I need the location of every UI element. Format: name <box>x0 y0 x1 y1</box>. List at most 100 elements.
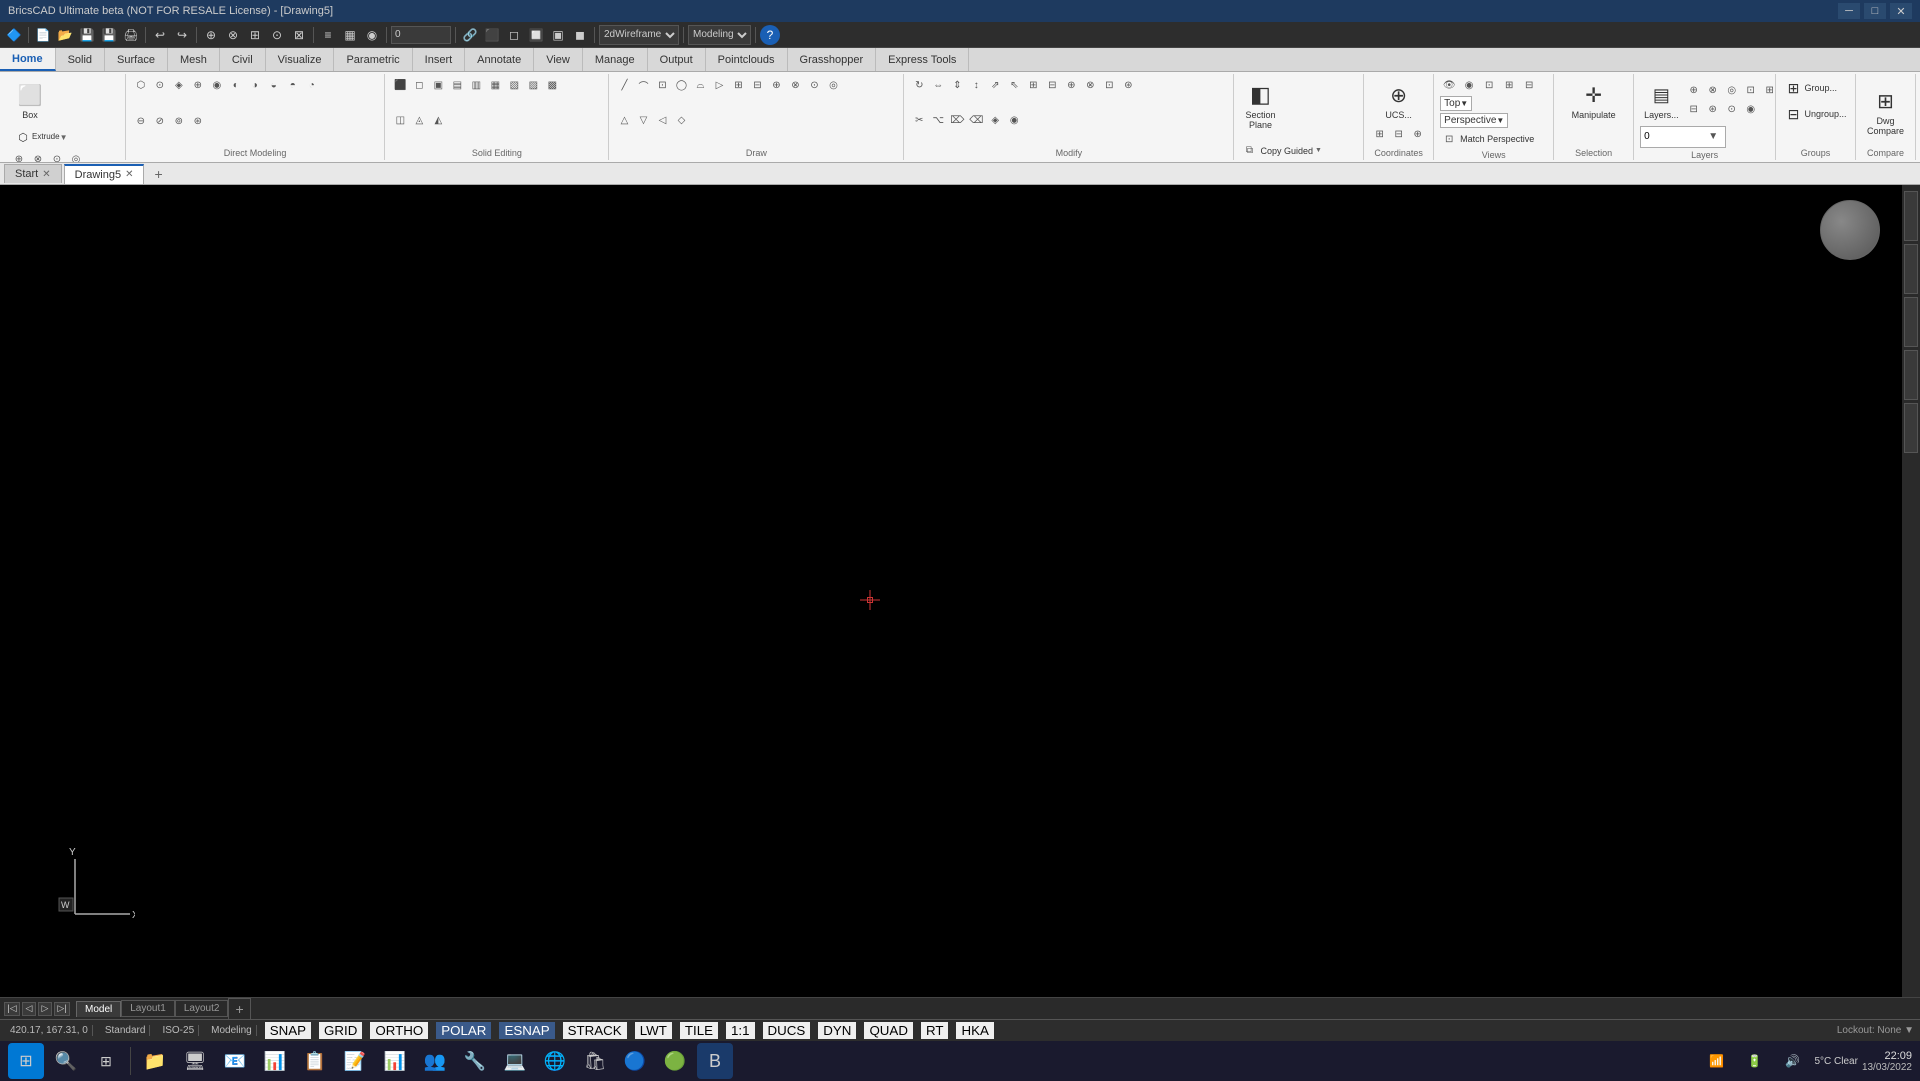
draw-btn4[interactable]: ◯ <box>672 76 690 94</box>
add-layout-button[interactable]: + <box>228 998 250 1020</box>
tab-parametric[interactable]: Parametric <box>334 48 412 71</box>
qa-undo[interactable]: ↩ <box>150 25 170 45</box>
model-btn1[interactable]: ⊕ <box>10 151 28 162</box>
perspective-dropdown[interactable]: Perspective ▼ <box>1440 113 1508 128</box>
view-cube[interactable] <box>1820 200 1880 260</box>
extrude-button[interactable]: ⬡ Extrude ▼ <box>10 126 85 150</box>
draw-btn1[interactable]: ╱ <box>615 76 633 94</box>
match-perspective-row[interactable]: ⊡ Match Perspective <box>1440 130 1534 148</box>
start-tab-close[interactable]: ✕ <box>42 169 50 180</box>
scale-display[interactable]: 1:1 <box>726 1022 755 1039</box>
snap-toggle[interactable]: SNAP <box>265 1022 311 1039</box>
outlook-button[interactable]: 📊 <box>257 1043 293 1079</box>
se-btn7[interactable]: ▧ <box>505 76 523 94</box>
tab-express-tools[interactable]: Express Tools <box>876 48 969 71</box>
draw-btn13[interactable]: △ <box>615 112 633 130</box>
dm-btn3[interactable]: ◈ <box>170 76 188 94</box>
dm-btn4[interactable]: ⊕ <box>189 76 207 94</box>
mod-btn11[interactable]: ⊡ <box>1100 76 1118 94</box>
se-btn5[interactable]: ▥ <box>467 76 485 94</box>
draw-btn8[interactable]: ⊟ <box>748 76 766 94</box>
command-input[interactable] <box>391 26 451 44</box>
powerpoint-button[interactable]: 📋 <box>297 1043 333 1079</box>
layer-btn7[interactable]: ⊛ <box>1704 100 1722 118</box>
layout-nav-last[interactable]: ▷| <box>54 1002 70 1016</box>
app3-button[interactable]: B <box>697 1043 733 1079</box>
manipulate-button[interactable]: ✛ Manipulate <box>1568 76 1620 124</box>
dm-btn6[interactable]: ◐ <box>227 76 245 94</box>
task-view-button[interactable]: ⊞ <box>88 1043 124 1079</box>
mod-btn13[interactable]: ✂ <box>910 112 928 130</box>
model-btn3[interactable]: ⊙ <box>48 151 66 162</box>
devtools-button[interactable]: 🔧 <box>457 1043 493 1079</box>
dm-btn12[interactable]: ⊘ <box>151 112 169 130</box>
layout-tab-model[interactable]: Model <box>76 1001 121 1017</box>
dyn-toggle[interactable]: DYN <box>818 1022 856 1039</box>
qa-extra4[interactable]: 🔲 <box>526 25 546 45</box>
mod-btn17[interactable]: ◈ <box>986 112 1004 130</box>
layout-nav-prev[interactable]: ◁ <box>22 1002 36 1016</box>
se-btn10[interactable]: ◫ <box>391 112 409 130</box>
se-btn2[interactable]: ◻ <box>410 76 428 94</box>
view-icon4[interactable]: ⊞ <box>1500 76 1518 94</box>
minimize-button[interactable]: ─ <box>1838 3 1860 19</box>
ducs-toggle[interactable]: DUCS <box>763 1022 811 1039</box>
mod-btn12[interactable]: ⊛ <box>1119 76 1137 94</box>
search-button[interactable]: 🔍 <box>48 1043 84 1079</box>
draw-btn15[interactable]: ◁ <box>653 112 671 130</box>
qa-extra1[interactable]: 🔗 <box>460 25 480 45</box>
mod-btn2[interactable]: ⇔ <box>929 76 947 94</box>
hka-toggle[interactable]: HKA <box>956 1022 993 1039</box>
ungroup-button[interactable]: ⊟ Ungroup... <box>1781 102 1851 126</box>
group-button[interactable]: ⊞ Group... <box>1781 76 1842 100</box>
start-button[interactable]: ⊞ <box>8 1043 44 1079</box>
layer-btn4[interactable]: ⊡ <box>1742 81 1760 99</box>
qa-extra6[interactable]: ◼ <box>570 25 590 45</box>
layers-button[interactable]: ▤ Layers... <box>1640 76 1683 124</box>
se-btn4[interactable]: ▤ <box>448 76 466 94</box>
dm-btn13[interactable]: ⊚ <box>170 112 188 130</box>
volume-icon[interactable]: 🔊 <box>1774 1043 1810 1079</box>
dm-btn1[interactable]: ⬡ <box>132 76 150 94</box>
qa-snap3[interactable]: ⊞ <box>245 25 265 45</box>
tab-insert[interactable]: Insert <box>413 48 466 71</box>
mod-btn4[interactable]: ↕ <box>967 76 985 94</box>
mod-btn10[interactable]: ⊗ <box>1081 76 1099 94</box>
tab-home[interactable]: Home <box>0 48 56 71</box>
layer-btn9[interactable]: ◉ <box>1742 100 1760 118</box>
mod-btn5[interactable]: ⇗ <box>986 76 1004 94</box>
remote-button[interactable]: 💻 <box>497 1043 533 1079</box>
app2-button[interactable]: 🟢 <box>657 1043 693 1079</box>
box-button[interactable]: ⬜ Box <box>10 76 50 124</box>
app1-button[interactable]: 🔵 <box>617 1043 653 1079</box>
ucs-button[interactable]: ⊕ UCS... <box>1379 76 1419 124</box>
tile-toggle[interactable]: TILE <box>680 1022 718 1039</box>
qa-more1[interactable]: ≡ <box>318 25 338 45</box>
qa-new[interactable]: 📄 <box>33 25 53 45</box>
layer-btn8[interactable]: ⊙ <box>1723 100 1741 118</box>
viewport-canvas[interactable]: Y X W <box>0 185 1920 997</box>
strack-toggle[interactable]: STRACK <box>563 1022 627 1039</box>
wifi-icon[interactable]: 📶 <box>1698 1043 1734 1079</box>
add-tab-button[interactable]: + <box>146 163 170 185</box>
mod-btn15[interactable]: ⌦ <box>948 112 966 130</box>
right-panel-tab2[interactable] <box>1904 244 1918 294</box>
dm-btn5[interactable]: ◉ <box>208 76 226 94</box>
top-view-dropdown[interactable]: Top ▼ <box>1440 96 1472 111</box>
file-explorer-button[interactable]: 📁 <box>137 1043 173 1079</box>
qa-save[interactable]: 💾 <box>77 25 97 45</box>
draw-btn11[interactable]: ⊙ <box>805 76 823 94</box>
se-btn12[interactable]: ◭ <box>429 112 447 130</box>
qa-snap2[interactable]: ⊗ <box>223 25 243 45</box>
dm-btn2[interactable]: ⊙ <box>151 76 169 94</box>
mod-btn8[interactable]: ⊟ <box>1043 76 1061 94</box>
tab-grasshopper[interactable]: Grasshopper <box>788 48 877 71</box>
layer-number-input[interactable] <box>1644 131 1704 142</box>
dwg-compare-button[interactable]: ⊞ DwgCompare <box>1863 82 1908 140</box>
qa-snap5[interactable]: ⊠ <box>289 25 309 45</box>
view-eye2-icon[interactable]: ◉ <box>1460 76 1478 94</box>
draw-btn12[interactable]: ◎ <box>824 76 842 94</box>
mod-btn18[interactable]: ◉ <box>1005 112 1023 130</box>
coord-btn1[interactable]: ⊞ <box>1371 126 1389 144</box>
layout-tab-layout2[interactable]: Layout2 <box>175 1000 229 1017</box>
